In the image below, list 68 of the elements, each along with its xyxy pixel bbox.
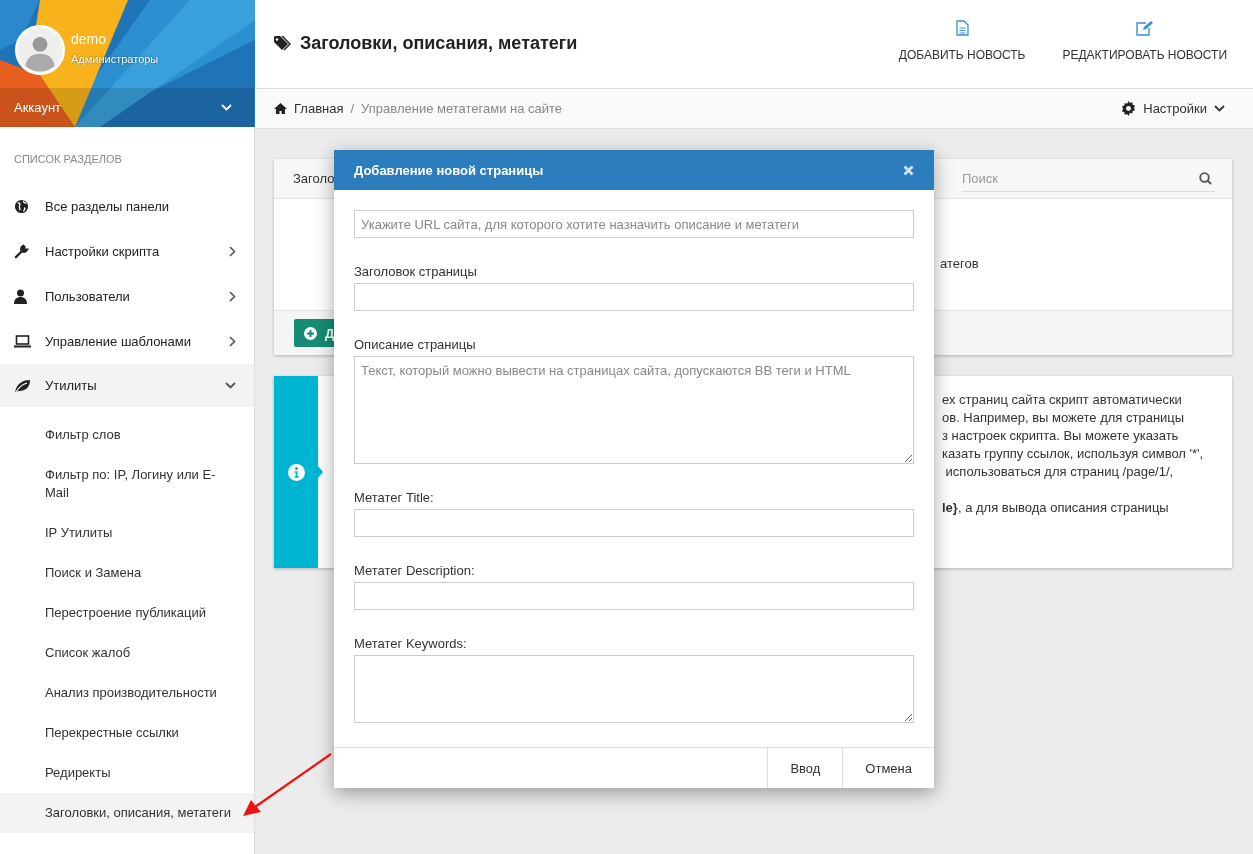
breadcrumb-separator: / <box>350 101 355 116</box>
info-text: з настроек скрипта. Вы можете указать <box>942 427 1180 445</box>
user-icon <box>14 289 27 304</box>
input-field[interactable] <box>354 509 914 537</box>
info-text: ов. Например, вы можете для страницы <box>942 409 1186 427</box>
account-menu[interactable]: Аккаунт <box>0 88 254 127</box>
chevron-right-icon <box>229 336 236 347</box>
sidebar-subitem[interactable]: Анализ производительности <box>0 673 254 713</box>
field-label: Описание страницы <box>354 337 477 352</box>
input-field[interactable] <box>354 283 914 311</box>
info-icon <box>288 463 305 481</box>
section-heading: СПИСОК РАЗДЕЛОВ <box>13 152 123 167</box>
plus-circle-icon <box>304 326 317 340</box>
info-text: ех страниц сайта скрипт автоматически <box>942 391 1183 409</box>
search-icon <box>1199 172 1212 185</box>
info-text: казать группу ссылок, используя символ '*', <box>942 445 1204 463</box>
input-field[interactable] <box>354 582 914 610</box>
sidebar-item[interactable]: Все разделы панели <box>0 184 254 229</box>
edit-icon <box>1136 20 1154 36</box>
input-field[interactable]: Укажите URL сайта, для которого хотите назначить описание и метатеги <box>354 210 914 238</box>
user-name: demo <box>71 31 108 47</box>
laptop-icon <box>14 335 31 348</box>
sidebar-subitem[interactable]: Фильтр слов <box>0 415 254 455</box>
text-area[interactable]: Текст, который можно вывести на страницах сайта, допускаются BB теги и HTML <box>354 356 914 464</box>
sidebar-item[interactable]: Пользователи <box>0 274 254 319</box>
page-title: Заголовки, описания, метатеги <box>300 32 578 54</box>
chevron-right-icon <box>229 246 236 257</box>
chevron-down-icon <box>221 104 232 111</box>
chevron-down-icon <box>1214 105 1225 112</box>
info-text: le}, а для вывода описания страницы <box>942 499 1170 517</box>
text-area[interactable] <box>354 655 914 723</box>
globe-icon <box>14 199 29 214</box>
sidebar-subitem[interactable]: Поиск и Замена <box>0 553 254 593</box>
field-label: Метатег Title: <box>354 490 435 505</box>
breadcrumb-current: Управление метатегами на сайте <box>361 101 563 116</box>
chevron-right-icon <box>229 291 236 302</box>
document-icon <box>955 20 969 36</box>
home-icon <box>274 103 287 114</box>
close-icon[interactable] <box>903 164 914 176</box>
sidebar-subitem[interactable]: Фильтр по: IP, Логину или E-Mail <box>0 455 254 513</box>
sidebar-item[interactable]: Утилиты <box>0 364 254 407</box>
info-text: использоваться для страниц /page/1/, <box>944 463 1175 481</box>
sidebar-subitem[interactable]: Список жалоб <box>0 633 254 673</box>
column-heading: Заголо <box>293 171 335 186</box>
settings-menu[interactable]: Настройки <box>1115 100 1231 117</box>
sidebar-subitem[interactable]: Заголовки, описания, метатеги <box>0 793 254 833</box>
sidebar-subitem[interactable]: Перестроение публикаций <box>0 593 254 633</box>
sidebar-item[interactable]: Настройки скрипта <box>0 229 254 274</box>
leaf-icon <box>14 378 31 393</box>
settings-icon <box>1121 101 1137 116</box>
dialog-button[interactable]: Отмена <box>842 748 934 788</box>
breadcrumb-link[interactable]: Главная <box>294 101 344 116</box>
wrench-icon <box>14 244 29 259</box>
sidebar-subitem[interactable]: IP Утилиты <box>0 513 254 553</box>
sidebar-subitem[interactable]: Редиректы <box>0 753 254 793</box>
tags-icon <box>274 35 291 51</box>
modal-title: Добавление новой страницы <box>354 162 544 178</box>
header-action[interactable]: ДОБАВИТЬ НОВОСТЬ <box>892 0 1032 88</box>
header-action[interactable]: РЕДАКТИРОВАТЬ НОВОСТИ <box>1056 0 1233 88</box>
chevron-down-icon <box>225 382 236 389</box>
sidebar-item[interactable]: Управление шаблонами <box>0 319 254 364</box>
search-field[interactable]: Поиск <box>962 165 1215 192</box>
dialog-button[interactable]: Ввод <box>767 748 843 788</box>
field-label: Заголовок страницы <box>354 264 478 279</box>
field-label: Метатег Description: <box>354 563 476 578</box>
sidebar-subitem[interactable]: Перекрестные ссылки <box>0 713 254 753</box>
field-label: Метатег Keywords: <box>354 636 468 651</box>
panel-text: атегов <box>940 256 979 271</box>
